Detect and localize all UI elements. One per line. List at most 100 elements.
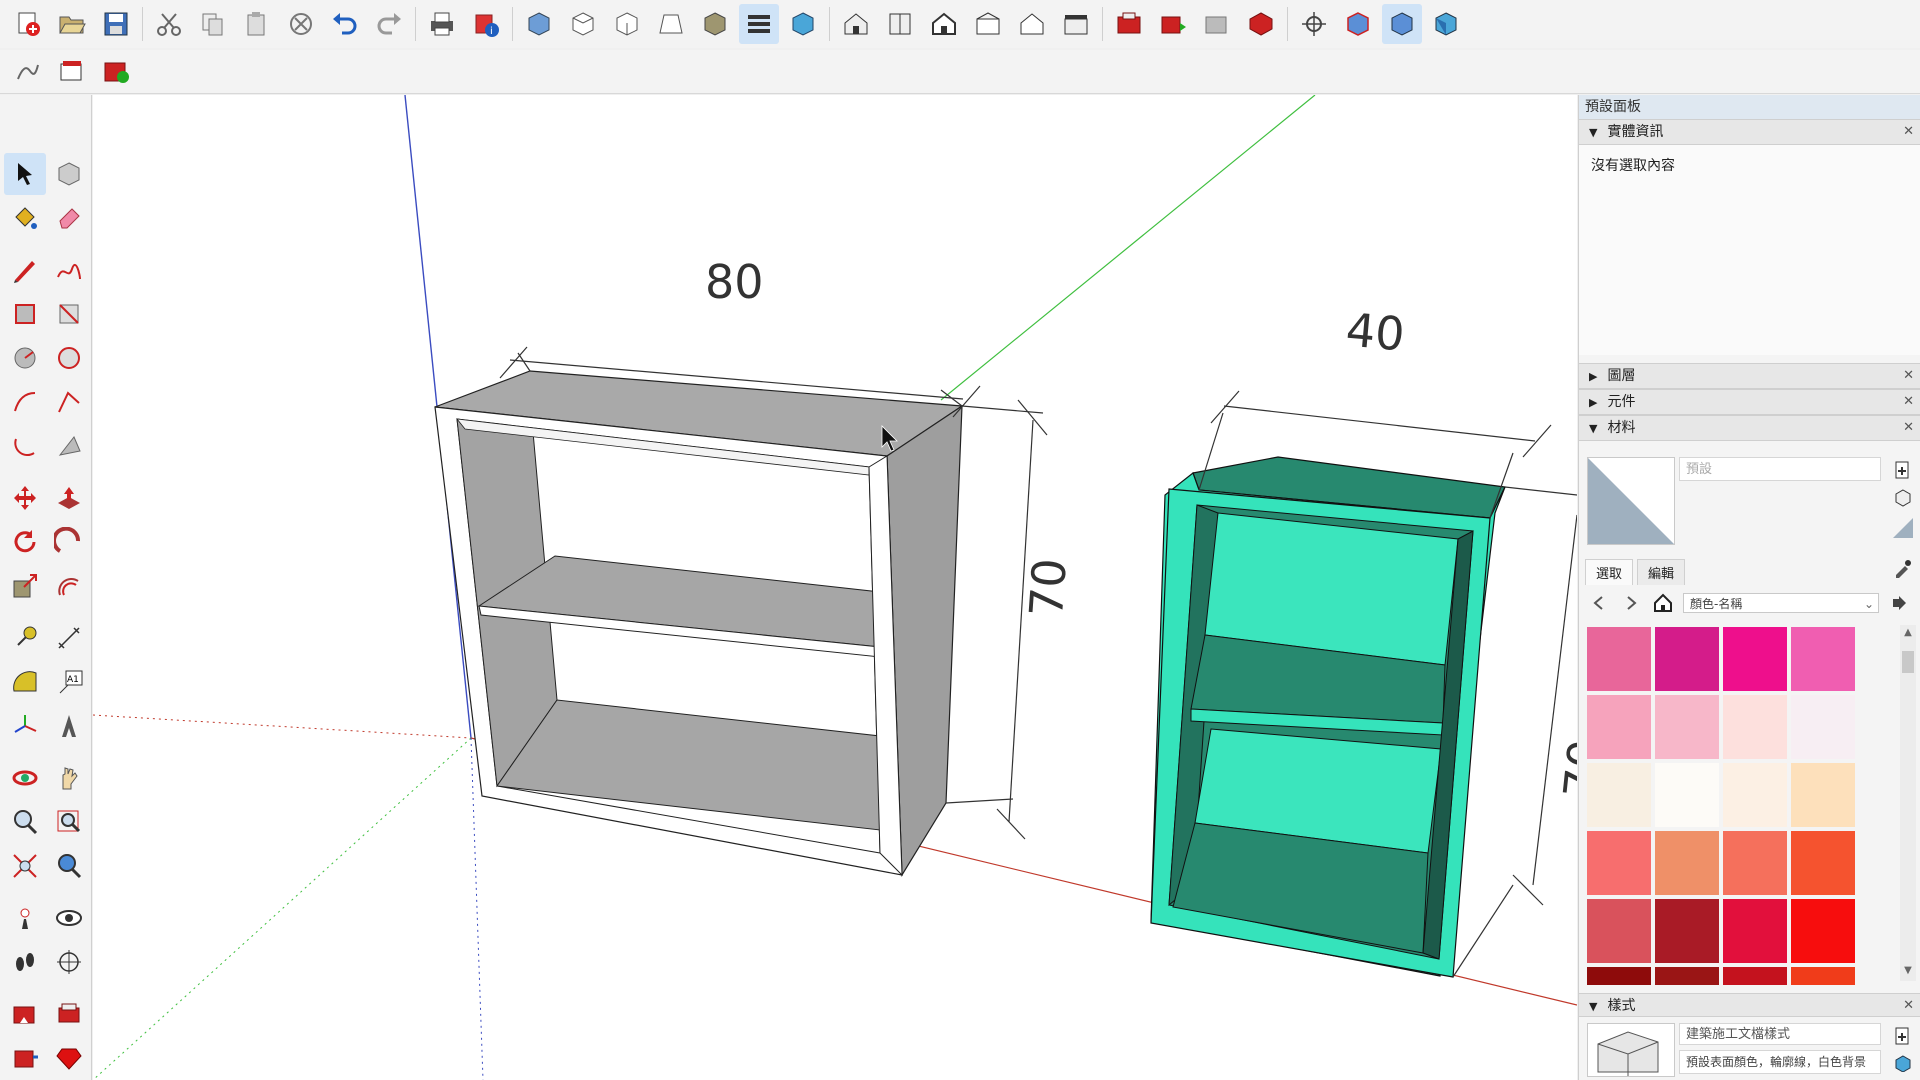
warehouse-icon[interactable]: [4, 993, 46, 1035]
rotate-icon[interactable]: [4, 521, 46, 563]
tab-select[interactable]: 選取: [1585, 559, 1634, 585]
material-swatch[interactable]: [1723, 695, 1787, 759]
sandbox-icon[interactable]: [8, 52, 48, 92]
save-icon[interactable]: [96, 4, 136, 44]
material-swatch[interactable]: [1791, 695, 1855, 759]
swatches-scrollbar[interactable]: ▲ ▼: [1900, 625, 1916, 981]
push-pull-icon[interactable]: [48, 477, 90, 519]
close-icon[interactable]: ✕: [1903, 390, 1914, 414]
material-swatch[interactable]: [1723, 899, 1787, 963]
display-section-planes-icon[interactable]: [1382, 4, 1422, 44]
protractor-icon[interactable]: [4, 661, 46, 703]
material-swatch[interactable]: [1723, 627, 1787, 691]
pan-icon[interactable]: [48, 757, 90, 799]
pie-icon[interactable]: [48, 425, 90, 467]
create-style-icon[interactable]: [1890, 1023, 1916, 1049]
warehouse-get-models-icon[interactable]: [1109, 4, 1149, 44]
material-swatch[interactable]: [1587, 899, 1651, 963]
undo-icon[interactable]: [325, 4, 365, 44]
material-swatch[interactable]: [1791, 763, 1855, 827]
material-swatch[interactable]: [1791, 627, 1855, 691]
material-swatch[interactable]: [1655, 695, 1719, 759]
new-model-icon[interactable]: [8, 4, 48, 44]
open-icon[interactable]: [52, 4, 92, 44]
material-swatch[interactable]: [1655, 763, 1719, 827]
front-house-icon[interactable]: [924, 4, 964, 44]
cut-icon[interactable]: [149, 4, 189, 44]
material-swatch[interactable]: [1655, 899, 1719, 963]
extension-manager-icon[interactable]: [4, 1037, 46, 1079]
material-swatch[interactable]: [1723, 831, 1787, 895]
teal-cabinet[interactable]: [1150, 456, 1506, 978]
zoom-extents-icon[interactable]: [4, 845, 46, 887]
text-icon[interactable]: A1: [48, 661, 90, 703]
material-swatch[interactable]: [1587, 763, 1651, 827]
shaded-textures-icon[interactable]: [739, 4, 779, 44]
display-section-cuts-icon[interactable]: [1426, 4, 1466, 44]
scale-icon[interactable]: [4, 565, 46, 607]
create-material-icon[interactable]: [1890, 457, 1916, 483]
left-house-icon[interactable]: [1056, 4, 1096, 44]
rotated-rectangle-icon[interactable]: [48, 293, 90, 335]
pencil-line-icon[interactable]: [4, 249, 46, 291]
zoom-icon[interactable]: [4, 801, 46, 843]
top-view-icon[interactable]: [563, 4, 603, 44]
right-view-icon[interactable]: [651, 4, 691, 44]
model-info-icon[interactable]: i: [466, 4, 506, 44]
orbit-icon[interactable]: [4, 757, 46, 799]
position-camera-icon[interactable]: [1294, 4, 1334, 44]
ruby-icon[interactable]: [48, 1037, 90, 1079]
print-icon[interactable]: [422, 4, 462, 44]
arc-icon[interactable]: [4, 381, 46, 423]
material-swatch[interactable]: [1587, 831, 1651, 895]
material-swatch[interactable]: [1791, 831, 1855, 895]
3d-text-icon[interactable]: [48, 705, 90, 747]
top-house-icon[interactable]: [880, 4, 920, 44]
dimension-70-left[interactable]: [945, 399, 1048, 840]
model-viewport[interactable]: 80 70 40 70: [93, 95, 1577, 1080]
material-swatch[interactable]: [1655, 831, 1719, 895]
forward-arrow-icon[interactable]: [1619, 591, 1643, 615]
freehand-icon[interactable]: [48, 249, 90, 291]
two-point-arc-icon[interactable]: [48, 381, 90, 423]
previous-view-icon[interactable]: [48, 845, 90, 887]
material-swatch[interactable]: [1723, 763, 1787, 827]
layout-send-icon[interactable]: [52, 52, 92, 92]
tape-measure-icon[interactable]: [4, 617, 46, 659]
scroll-thumb[interactable]: [1902, 651, 1914, 673]
material-collection-dropdown[interactable]: 顏色-名稱 ⌄: [1683, 593, 1879, 613]
section-plane-tool-icon[interactable]: [48, 941, 90, 983]
components-tray-header[interactable]: ▶ 元件 ✕: [1579, 389, 1920, 415]
paint-cube-icon[interactable]: [1890, 485, 1916, 511]
polygon-icon[interactable]: [48, 337, 90, 379]
right-house-icon[interactable]: [968, 4, 1008, 44]
material-swatch[interactable]: [1791, 899, 1855, 963]
details-arrow-icon[interactable]: [1887, 591, 1911, 615]
share-model-icon[interactable]: [48, 993, 90, 1035]
layers-tray-header[interactable]: ▶ 圖層 ✕: [1579, 363, 1920, 389]
share-component-icon[interactable]: [1197, 4, 1237, 44]
close-icon[interactable]: ✕: [1903, 364, 1914, 388]
scroll-down-icon[interactable]: ▼: [1900, 965, 1916, 979]
close-icon[interactable]: ✕: [1903, 120, 1914, 144]
entity-info-tray-header[interactable]: ▼ 實體資訊 ✕: [1579, 119, 1920, 145]
materials-tray-header[interactable]: ▼ 材料 ✕: [1579, 415, 1920, 441]
iso-house-icon[interactable]: [836, 4, 876, 44]
circle-icon[interactable]: [4, 337, 46, 379]
make-component-icon[interactable]: [48, 153, 90, 195]
warehouse-share-model-icon[interactable]: [1153, 4, 1193, 44]
styles-tray-header[interactable]: ▼ 樣式 ✕: [1579, 993, 1920, 1017]
home-icon[interactable]: [1651, 591, 1675, 615]
redo-icon[interactable]: [369, 4, 409, 44]
back-house-icon[interactable]: [1012, 4, 1052, 44]
extension-warehouse-icon[interactable]: [1241, 4, 1281, 44]
material-swatch[interactable]: [1587, 627, 1651, 691]
style-name-field[interactable]: 建築施工文檔樣式: [1679, 1023, 1881, 1045]
material-swatch[interactable]: [1791, 967, 1855, 985]
close-icon[interactable]: ✕: [1903, 416, 1914, 440]
offset-icon[interactable]: [48, 565, 90, 607]
update-style-icon[interactable]: [1890, 1050, 1916, 1076]
eraser-icon[interactable]: [48, 197, 90, 239]
look-around-icon[interactable]: [48, 897, 90, 939]
rectangle-icon[interactable]: [4, 293, 46, 335]
